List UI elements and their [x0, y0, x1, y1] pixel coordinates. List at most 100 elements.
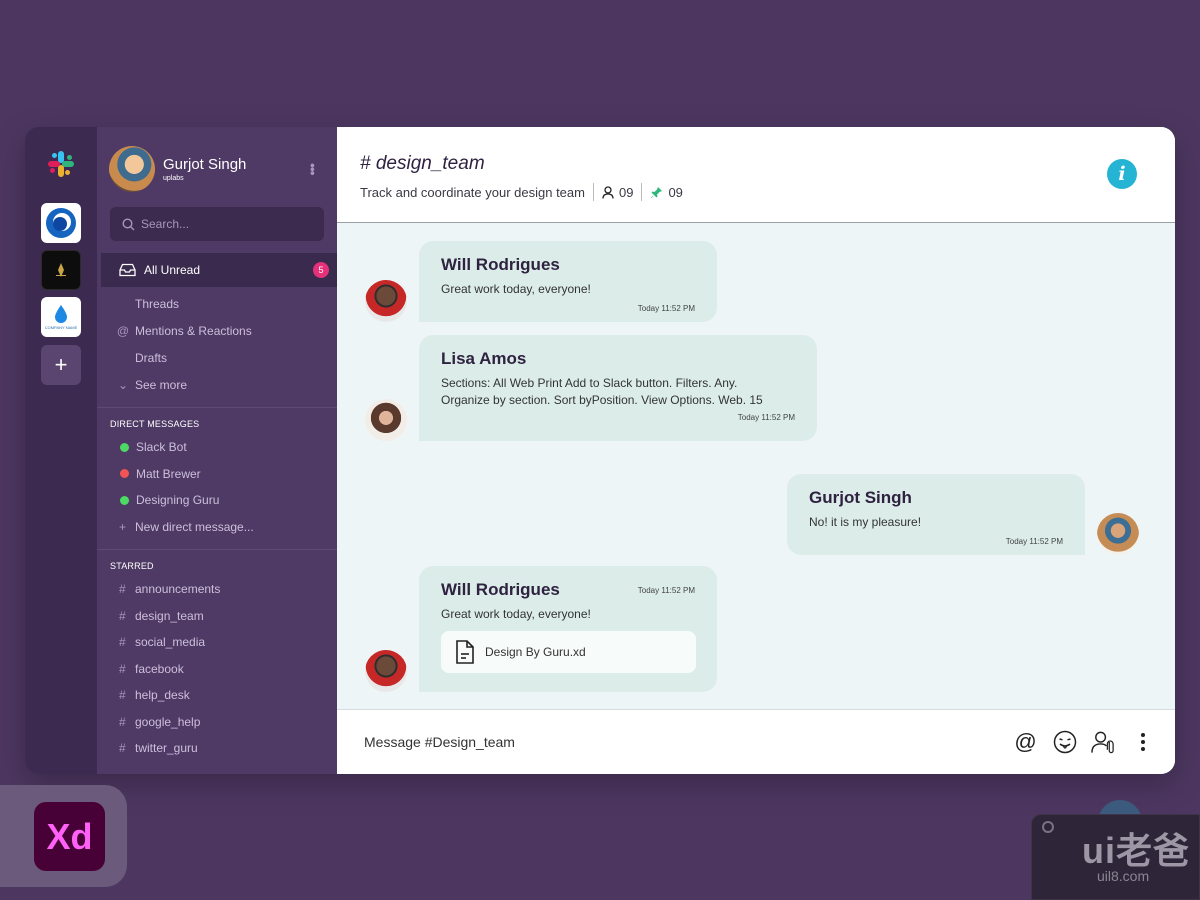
message-text: No! it is my pleasure!: [809, 515, 922, 529]
file-icon: [456, 640, 474, 664]
nav-threads-label: Threads: [135, 296, 180, 311]
watermark-url: uil8.com: [1097, 868, 1150, 884]
dm-name: Matt Brewer: [136, 466, 201, 481]
adobe-xd-logo-icon: Xd: [34, 802, 105, 871]
slack-app-window: COMPANY NAME + Gurjot Singh uplabs ••• S…: [25, 127, 1175, 774]
sender-avatar[interactable]: [1097, 513, 1139, 555]
message-input[interactable]: [364, 734, 1013, 750]
file-attachment[interactable]: Design By Guru.xd: [441, 631, 696, 673]
message-author[interactable]: Lisa Amos: [441, 349, 795, 369]
mention-icon[interactable]: @: [1013, 729, 1038, 755]
watermark-text: ui老爸: [1082, 830, 1190, 871]
sender-avatar[interactable]: [365, 280, 407, 322]
channel-item-design-team[interactable]: # design_team: [97, 603, 337, 630]
message-list: Will Rodrigues Great work today, everyon…: [337, 223, 1175, 709]
pins-button[interactable]: 09: [650, 185, 683, 200]
nav-mentions[interactable]: @ Mentions & Reactions: [97, 317, 337, 344]
message-text-line: Sections: All Web Print Add to Slack but…: [441, 376, 738, 390]
nav-all-unread[interactable]: All Unread 5: [101, 253, 337, 287]
search-box[interactable]: [110, 207, 324, 241]
direct-messages-title: DIRECT MESSAGES: [110, 419, 200, 429]
sender-avatar[interactable]: [365, 650, 407, 692]
workspace-3[interactable]: COMPANY NAME: [41, 297, 81, 337]
channel-header: # design_team Track and coordinate your …: [337, 127, 1175, 223]
workspace-rail: COMPANY NAME +: [25, 127, 97, 774]
channel-description: Track and coordinate your design team: [360, 184, 585, 200]
unread-count-badge: 5: [313, 262, 329, 278]
message-author[interactable]: Will Rodrigues: [441, 255, 695, 275]
hash-icon: #: [119, 661, 126, 676]
message-item[interactable]: Lisa Amos Sections: All Web Print Add to…: [365, 335, 817, 441]
channel-name: google_help: [135, 714, 201, 729]
user-subtitle: uplabs: [163, 175, 184, 182]
more-options-icon[interactable]: [1130, 730, 1155, 755]
hash-icon: #: [119, 714, 126, 729]
profile-menu-icon[interactable]: •••: [305, 163, 321, 175]
channel-item-google-help[interactable]: # google_help: [97, 709, 337, 736]
message-bubble: Today 11:52 PM Will Rodrigues Great work…: [419, 566, 717, 692]
members-button[interactable]: 09: [602, 185, 633, 200]
channel-item-twitter-guru[interactable]: # twitter_guru: [97, 735, 337, 762]
channel-item-help-desk[interactable]: # help_desk: [97, 682, 337, 709]
sender-avatar[interactable]: [365, 399, 407, 441]
hash-icon: #: [119, 741, 126, 756]
dm-item[interactable]: Slack Bot: [97, 434, 337, 461]
user-name: Gurjot Singh: [163, 156, 247, 173]
watermark-circle-icon: [1042, 821, 1054, 833]
workspace-1[interactable]: [41, 203, 81, 243]
file-name: Design By Guru.xd: [485, 645, 586, 659]
online-status-icon: [120, 442, 129, 452]
nav-see-more-label: See more: [135, 377, 188, 392]
workspace-2[interactable]: [41, 250, 81, 290]
header-separator: [592, 183, 594, 201]
header-separator: [641, 183, 643, 201]
message-item-own[interactable]: Gurjot Singh No! it is my pleasure! Toda…: [787, 474, 1139, 555]
busy-status-icon: [120, 469, 129, 479]
message-text: Sections: All Web Print Add to Slack but…: [441, 375, 795, 409]
water-drop-icon: [55, 305, 67, 323]
message-item[interactable]: Today 11:52 PM Will Rodrigues Great work…: [365, 566, 717, 692]
sidebar-divider: [97, 407, 337, 408]
sidebar-divider: [97, 549, 337, 550]
nav-drafts[interactable]: Drafts: [97, 344, 337, 371]
user-profile[interactable]: Gurjot Singh uplabs •••: [97, 127, 337, 197]
dm-item[interactable]: Designing Guru: [97, 487, 337, 514]
online-status-icon: [120, 495, 129, 505]
nav-threads[interactable]: Threads: [97, 290, 337, 317]
hash-icon: #: [119, 608, 126, 623]
search-input[interactable]: [141, 217, 301, 231]
hash-icon: #: [119, 582, 126, 597]
message-author[interactable]: Gurjot Singh: [809, 488, 1063, 508]
channel-item-social-media[interactable]: # social_media: [97, 629, 337, 656]
message-item[interactable]: Will Rodrigues Great work today, everyon…: [365, 241, 717, 322]
attach-user-icon[interactable]: [1091, 730, 1116, 755]
slack-logo-icon[interactable]: [46, 149, 76, 179]
dm-item[interactable]: Matt Brewer: [97, 461, 337, 488]
new-direct-message-button[interactable]: + New direct message...: [97, 514, 337, 541]
nav-see-more[interactable]: ⌄ See more: [97, 371, 337, 398]
info-icon[interactable]: i: [1107, 159, 1137, 189]
channel-name: twitter_guru: [135, 741, 198, 756]
channel-name: social_media: [135, 635, 206, 650]
dm-name: Designing Guru: [136, 493, 220, 508]
channel-item-facebook[interactable]: # facebook: [97, 656, 337, 683]
nav-drafts-label: Drafts: [135, 350, 168, 365]
message-bubble: Lisa Amos Sections: All Web Print Add to…: [419, 335, 817, 441]
channel-item-announcements[interactable]: # announcements: [97, 576, 337, 603]
channel-name: announcements: [135, 582, 221, 597]
emoji-icon[interactable]: [1052, 730, 1077, 755]
message-time: Today 11:52 PM: [1005, 537, 1063, 546]
sidebar: Gurjot Singh uplabs ••• All Unread 5 Thr…: [97, 127, 337, 774]
at-icon: @: [116, 323, 130, 338]
dm-name: Slack Bot: [136, 440, 187, 455]
message-time: Today 11:52 PM: [637, 304, 695, 313]
add-workspace-button[interactable]: +: [41, 345, 81, 385]
new-direct-message-label: New direct message...: [135, 519, 254, 534]
message-time: Today 11:52 PM: [637, 586, 695, 595]
workspace-1-logo-icon: [46, 208, 76, 238]
user-avatar[interactable]: [109, 146, 155, 192]
channel-name: help_desk: [135, 688, 190, 703]
nav-mentions-label: Mentions & Reactions: [135, 323, 252, 338]
nav-all-unread-label: All Unread: [144, 263, 201, 277]
message-text-line: Organize by section. Sort byPosition. Vi…: [441, 393, 763, 407]
